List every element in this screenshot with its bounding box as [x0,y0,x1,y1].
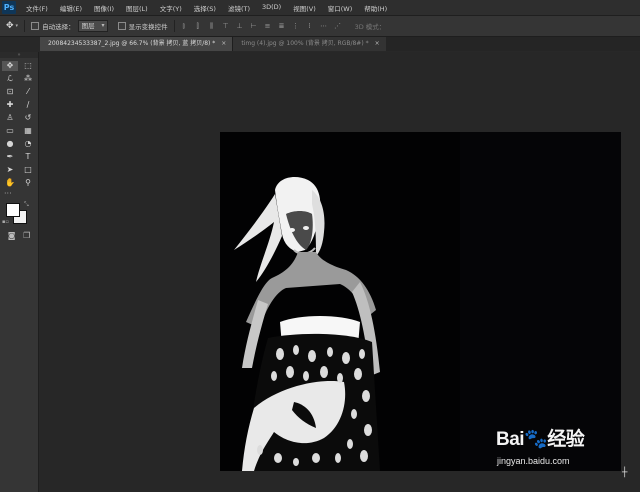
menu-item[interactable]: 窗口(W) [322,3,359,13]
chevron-down-icon: ▾ [15,23,19,29]
tab-document-1[interactable]: 20084234533387_2.jpg @ 66.7% (背景 拷贝, 蓝 拷… [40,37,233,51]
menu-item[interactable]: 图层(L) [120,3,154,13]
menu-item[interactable]: 滤镜(T) [222,3,256,13]
align-icon[interactable]: ≡ [263,21,273,31]
baidu-logo: Bai🐾经验 [496,429,585,450]
blur-icon[interactable]: ● [2,139,18,149]
tab-document-2[interactable]: timg (4).jpg @ 100% (背景 拷贝, RGB/8#) * × [232,37,386,51]
quick-mask-icon[interactable]: ◙ [8,231,16,240]
crop-icon[interactable]: ⊡ [2,87,18,97]
menu-item[interactable]: 视图(V) [287,3,322,13]
gradient-icon[interactable]: ▦ [20,126,36,136]
magic-wand-icon[interactable]: ⁂ [20,74,36,84]
options-bar: ✥ ▾ 自动选择： 图层 显示变换控件 ⫾ ⫿ ⫼ ⊤ ⊥ ⊢ ≡ ≣ ⋮ ⁞ ⋯ ⋰ 3D 模式： [0,16,640,37]
path-selection-icon[interactable]: ➤ [2,165,18,175]
close-icon[interactable]: × [375,37,380,51]
menu-bar: Ps 文件(F) 编辑(E) 图像(I) 图层(L) 文字(Y) 选择(S) 滤镜(T) 3D… [0,0,640,16]
type-icon[interactable]: T [20,152,36,162]
move-tool-preset[interactable]: ✥ ▾ [6,21,18,31]
clone-stamp-icon[interactable]: ♙ [2,113,18,123]
menu-item[interactable]: 文字(Y) [154,3,188,13]
align-icon[interactable]: ⫾ [179,21,189,31]
separator [24,20,26,32]
move-icon: ✥ [6,21,14,31]
dodge-icon[interactable]: ◔ [20,139,36,149]
document-canvas[interactable] [220,132,621,471]
align-icon[interactable]: ⋯ [319,21,329,31]
tab-label: 20084234533387_2.jpg @ 66.7% (背景 拷贝, 蓝 拷… [48,40,216,47]
mode-3d-label: 3D 模式： [354,23,386,31]
align-icon[interactable]: ⊥ [235,21,245,31]
align-icon[interactable]: ⊤ [221,21,231,31]
align-icon[interactable]: ⫿ [193,21,203,31]
close-icon[interactable]: × [221,37,226,51]
baidu-url: jingyan.baidu.com [497,456,570,466]
auto-select-checkbox[interactable]: 自动选择： 图层 [31,20,108,32]
photoshop-logo: Ps [2,1,16,14]
menu-item[interactable]: 文件(F) [20,3,54,13]
lasso-icon[interactable]: ℒ [2,74,18,84]
default-colors-icon[interactable]: ▪▫ [2,219,9,225]
align-icon[interactable]: ⊢ [249,21,259,31]
color-swatches: ⤡ ▪▫ [0,199,38,229]
eyedropper-icon[interactable]: ⁄ [20,87,36,97]
menu-item[interactable]: 帮助(H) [358,3,393,13]
pen-icon[interactable]: ✒ [2,152,18,162]
tools-panel: » ✥ ⬚ ℒ ⁂ ⊡ ⁄ ✚ ∕ ♙ ↺ ▭ ▦ ● ◔ ✒ T ➤ □ ✋ ⚲ ··· ⤡ ▪▫ ◙ ❐ [0,52,39,492]
crosshair-icon: ┼ [622,468,628,478]
foreground-color-swatch[interactable] [6,203,20,217]
rectangle-icon[interactable]: □ [20,165,36,175]
align-icon[interactable]: ⋰ [333,21,343,31]
document-tab-bar: 20084234533387_2.jpg @ 66.7% (背景 拷贝, 蓝 拷… [40,37,640,51]
more-tools-icon[interactable]: ··· [0,190,38,199]
screen-mode-icon[interactable]: ❐ [23,231,30,240]
marquee-icon[interactable]: ⬚ [20,61,36,71]
brush-icon[interactable]: ∕ [20,100,36,110]
inverted-photo [220,132,621,471]
move-icon[interactable]: ✥ [2,61,18,71]
align-icon[interactable]: ≣ [277,21,287,31]
menu-item[interactable]: 编辑(E) [54,3,88,13]
checkbox-box [31,22,40,30]
menu-item[interactable]: 选择(S) [188,3,222,13]
menu-item[interactable]: 图像(I) [88,3,120,13]
history-brush-icon[interactable]: ↺ [20,113,36,123]
show-transform-checkbox[interactable]: 显示变换控件 [117,21,168,31]
hand-icon[interactable]: ✋ [2,178,18,188]
swap-colors-icon[interactable]: ⤡ [24,201,29,209]
menu-item[interactable]: 3D(D) [256,3,287,13]
healing-brush-icon[interactable]: ✚ [2,100,18,110]
align-icon[interactable]: ⁞ [305,21,315,31]
auto-select-label: 自动选择： [42,23,75,31]
align-icon[interactable]: ⫼ [207,21,217,31]
auto-select-dropdown[interactable]: 图层 [77,20,108,32]
tab-label: timg (4).jpg @ 100% (背景 拷贝, RGB/8#) * [241,40,369,47]
checkbox-box [117,22,126,30]
show-transform-label: 显示变换控件 [128,23,168,31]
eraser-icon[interactable]: ▭ [2,126,18,136]
zoom-icon[interactable]: ⚲ [20,178,36,188]
align-icon[interactable]: ⋮ [291,21,301,31]
baidu-watermark: Bai🐾经验 jingyan.baidu.com [496,422,636,472]
